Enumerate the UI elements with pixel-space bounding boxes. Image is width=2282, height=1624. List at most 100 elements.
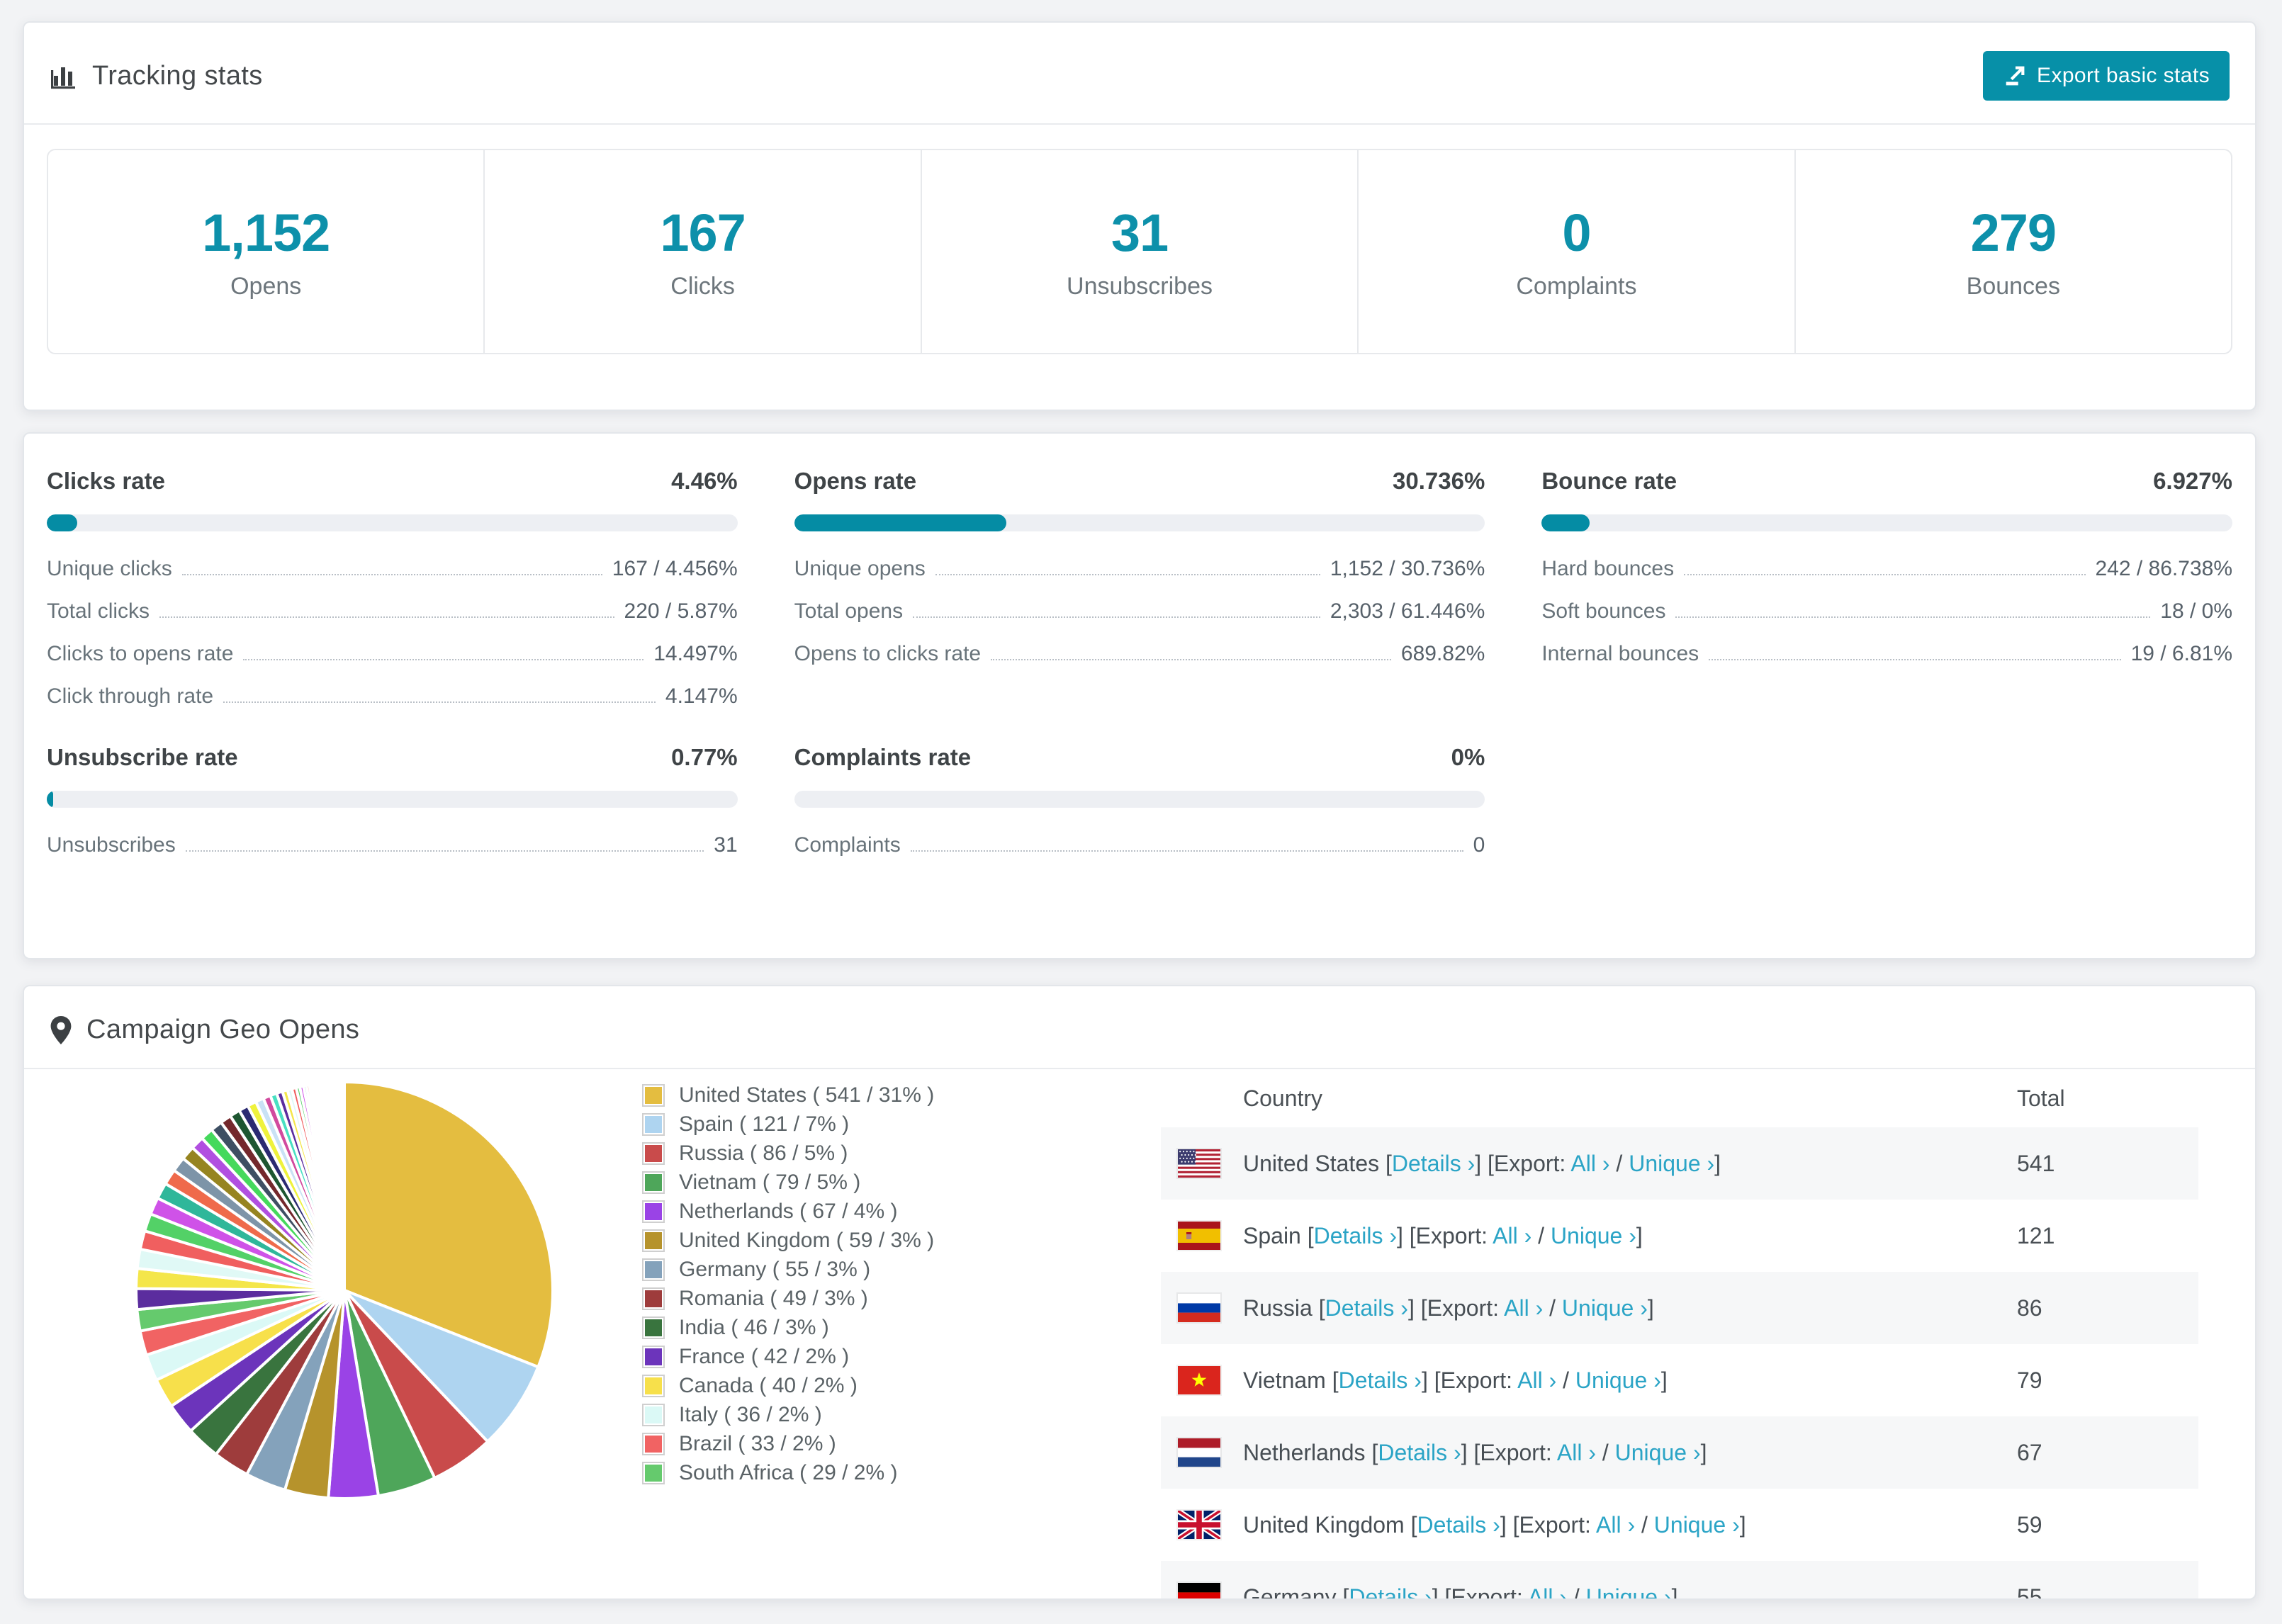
rate-item: Soft bounces 18 / 0% xyxy=(1541,599,2232,623)
dotted-leader xyxy=(991,659,1391,660)
rate-item: Clicks to opens rate 14.497% xyxy=(47,642,738,665)
geo-table-row-de: Germany [Details ›] [Export: All › / Uni… xyxy=(1161,1561,2198,1600)
dotted-leader xyxy=(910,850,1463,852)
export-all-link[interactable]: All › xyxy=(1596,1512,1635,1538)
rate-block-opens-rate: Opens rate 30.736% Unique opens 1,152 / 30.… xyxy=(794,468,1485,727)
country-column-header: Country xyxy=(1243,1085,1323,1111)
dotted-leader xyxy=(935,574,1320,575)
map-pin-icon xyxy=(50,1015,72,1045)
stat-cell-complaints: 0 Complaints xyxy=(1357,150,1794,353)
tracking-stats-page: Tracking stats Export basic stats 1,152 O… xyxy=(0,0,2282,1624)
geo-table: Country Total United States [Details ›] … xyxy=(1161,1069,2198,1600)
rate-item: Unsubscribes 31 xyxy=(47,833,738,857)
legend-swatch xyxy=(642,1171,665,1194)
summary-stats-row: 1,152 Opens 167 Clicks 31 Unsubscribes 0 Compla… xyxy=(47,149,2232,354)
export-basic-stats-button[interactable]: Export basic stats xyxy=(1983,51,2230,101)
geo-table-row-vn: Vietnam [Details ›] [Export: All › / Uni… xyxy=(1161,1344,2198,1416)
export-all-link[interactable]: All › xyxy=(1504,1295,1543,1321)
legend-swatch xyxy=(642,1200,665,1223)
export-unique-link[interactable]: Unique › xyxy=(1551,1223,1636,1248)
campaign-geo-opens-card: Campaign Geo Opens United States ( 541 /… xyxy=(23,985,2256,1600)
export-unique-link[interactable]: Unique › xyxy=(1629,1151,1714,1176)
rate-progress-bar xyxy=(47,791,738,808)
details-link[interactable]: Details › xyxy=(1392,1151,1475,1176)
ru-flag-icon xyxy=(1178,1294,1220,1322)
dotted-leader xyxy=(159,616,614,618)
dotted-leader xyxy=(1709,659,2121,660)
geo-table-row-us: United States [Details ›] [Export: All ›… xyxy=(1161,1127,2198,1200)
export-unique-link[interactable]: Unique › xyxy=(1562,1295,1648,1321)
details-link[interactable]: Details › xyxy=(1349,1584,1432,1599)
legend-item: Brazil ( 33 / 2% ) xyxy=(642,1429,1110,1458)
stat-cell-bounces: 279 Bounces xyxy=(1794,150,2231,353)
gb-flag-icon xyxy=(1178,1511,1220,1539)
rate-progress-fill xyxy=(794,514,1007,531)
legend-swatch xyxy=(642,1287,665,1310)
geo-table-row-es: Spain [Details ›] [Export: All › / Uniqu… xyxy=(1161,1200,2198,1272)
dotted-leader xyxy=(243,659,644,660)
rate-block-bounce-rate: Bounce rate 6.927% Hard bounces 242 / 86.73… xyxy=(1541,468,2232,727)
rates-grid: Clicks rate 4.46% Unique clicks 167 / 4.456… xyxy=(24,434,2255,932)
legend-item: India ( 46 / 3% ) xyxy=(642,1313,1110,1342)
legend-item: Netherlands ( 67 / 4% ) xyxy=(642,1197,1110,1226)
vn-flag-icon xyxy=(1178,1366,1220,1394)
rate-progress-bar xyxy=(1541,514,2232,531)
stat-cell-clicks: 167 Clicks xyxy=(483,150,920,353)
legend-swatch xyxy=(642,1141,665,1165)
export-all-link[interactable]: All › xyxy=(1528,1584,1567,1599)
export-all-link[interactable]: All › xyxy=(1493,1223,1531,1248)
legend-swatch xyxy=(642,1345,665,1368)
rate-item: Unique opens 1,152 / 30.736% xyxy=(794,557,1485,580)
export-all-link[interactable]: All › xyxy=(1570,1151,1609,1176)
us-flag-icon xyxy=(1178,1149,1220,1178)
details-link[interactable]: Details › xyxy=(1314,1223,1397,1248)
legend-item: Italy ( 36 / 2% ) xyxy=(642,1400,1110,1429)
stat-value: 1,152 xyxy=(202,203,330,262)
de-flag-icon xyxy=(1178,1583,1220,1598)
legend-item: Vietnam ( 79 / 5% ) xyxy=(642,1168,1110,1197)
stat-label: Clicks xyxy=(670,273,735,300)
rate-item: Opens to clicks rate 689.82% xyxy=(794,642,1485,665)
rate-value: 0.77% xyxy=(671,744,738,770)
stat-value: 0 xyxy=(1562,203,1591,262)
geo-header: Campaign Geo Opens xyxy=(24,986,2255,1068)
details-link[interactable]: Details › xyxy=(1417,1512,1500,1538)
rate-item: Internal bounces 19 / 6.81% xyxy=(1541,642,2232,665)
rate-title: Unsubscribe rate xyxy=(47,744,238,770)
row-total: 79 xyxy=(2017,1367,2042,1393)
rate-item: Complaints 0 xyxy=(794,833,1485,857)
details-link[interactable]: Details › xyxy=(1339,1368,1422,1393)
legend-item: Spain ( 121 / 7% ) xyxy=(642,1110,1110,1139)
nl-flag-icon xyxy=(1178,1438,1220,1467)
export-unique-link[interactable]: Unique › xyxy=(1615,1440,1701,1465)
stat-value: 31 xyxy=(1111,203,1169,262)
rate-value: 4.46% xyxy=(671,468,738,494)
row-total: 67 xyxy=(2017,1439,2042,1465)
export-unique-link[interactable]: Unique › xyxy=(1654,1512,1740,1538)
export-all-link[interactable]: All › xyxy=(1517,1368,1556,1393)
rate-item: Total opens 2,303 / 61.446% xyxy=(794,599,1485,623)
geo-title: Campaign Geo Opens xyxy=(86,1015,360,1044)
legend-item: United Kingdom ( 59 / 3% ) xyxy=(642,1226,1110,1255)
rate-item: Click through rate 4.147% xyxy=(47,684,738,708)
stat-value: 167 xyxy=(660,203,746,262)
stat-label: Complaints xyxy=(1516,273,1637,300)
rate-progress-bar xyxy=(794,514,1485,531)
stat-label: Opens xyxy=(230,273,302,300)
export-all-link[interactable]: All › xyxy=(1557,1440,1596,1465)
details-link[interactable]: Details › xyxy=(1325,1295,1408,1321)
export-arrow-icon xyxy=(2003,64,2027,88)
rate-progress-fill xyxy=(47,514,78,531)
dotted-leader xyxy=(1675,616,2151,618)
header-divider xyxy=(24,123,2255,125)
rate-item: Total clicks 220 / 5.87% xyxy=(47,599,738,623)
details-link[interactable]: Details › xyxy=(1378,1440,1461,1465)
row-total: 55 xyxy=(2017,1584,2042,1600)
rate-progress-bar xyxy=(47,514,738,531)
dotted-leader xyxy=(185,850,704,852)
rate-title: Bounce rate xyxy=(1541,468,1677,494)
export-unique-link[interactable]: Unique › xyxy=(1575,1368,1661,1393)
dotted-leader xyxy=(223,701,656,703)
legend-swatch xyxy=(642,1258,665,1281)
export-unique-link[interactable]: Unique › xyxy=(1586,1584,1672,1599)
